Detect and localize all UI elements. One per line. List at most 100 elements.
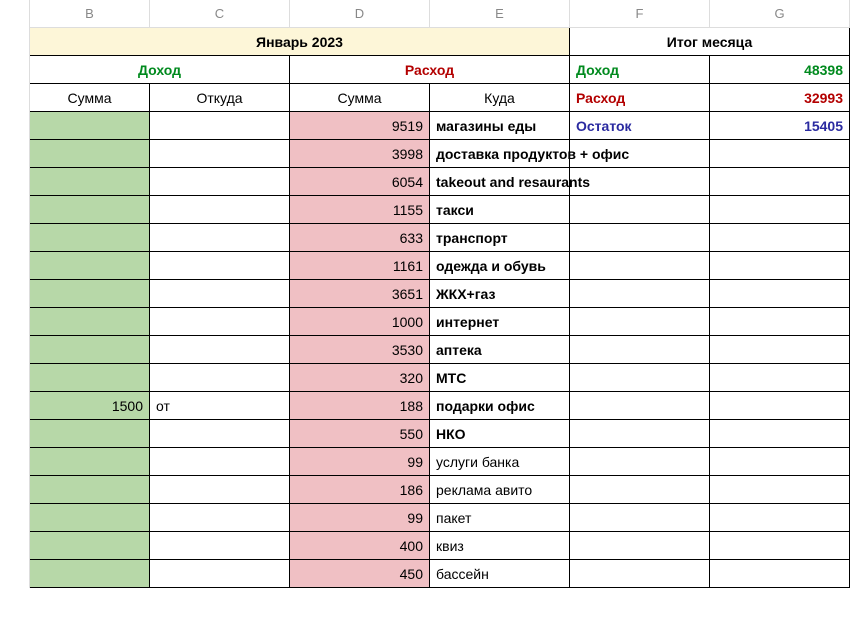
empty-cell[interactable]: [710, 476, 850, 504]
expense-to-cell[interactable]: подарки офис: [430, 392, 570, 420]
income-amount-cell[interactable]: [30, 252, 150, 280]
expense-to-cell[interactable]: реклама авито: [430, 476, 570, 504]
expense-amount-cell[interactable]: 1000: [290, 308, 430, 336]
expense-amount-cell[interactable]: 186: [290, 476, 430, 504]
expense-amount-cell[interactable]: 188: [290, 392, 430, 420]
income-amount-cell[interactable]: [30, 364, 150, 392]
income-amount-cell[interactable]: [30, 448, 150, 476]
income-from-cell[interactable]: [150, 532, 290, 560]
empty-cell[interactable]: [710, 280, 850, 308]
income-amount-cell[interactable]: [30, 532, 150, 560]
expense-amount-cell[interactable]: 633: [290, 224, 430, 252]
empty-cell[interactable]: [570, 560, 710, 588]
income-amount-cell[interactable]: [30, 280, 150, 308]
empty-cell[interactable]: [710, 420, 850, 448]
empty-cell[interactable]: [570, 448, 710, 476]
expense-to-cell[interactable]: аптека: [430, 336, 570, 364]
empty-cell[interactable]: [570, 392, 710, 420]
income-amount-cell[interactable]: [30, 336, 150, 364]
income-from-cell[interactable]: [150, 420, 290, 448]
income-from-cell[interactable]: [150, 476, 290, 504]
empty-cell[interactable]: [710, 308, 850, 336]
empty-cell[interactable]: [710, 224, 850, 252]
expense-amount-cell[interactable]: 1161: [290, 252, 430, 280]
expense-amount-cell[interactable]: 320: [290, 364, 430, 392]
income-from-cell[interactable]: от: [150, 392, 290, 420]
empty-cell[interactable]: [570, 252, 710, 280]
expense-amount-cell[interactable]: 400: [290, 532, 430, 560]
income-from-cell[interactable]: [150, 140, 290, 168]
income-from-cell[interactable]: [150, 504, 290, 532]
expense-to-cell[interactable]: доставка продуктов + офис: [430, 140, 570, 168]
expense-amount-cell[interactable]: 550: [290, 420, 430, 448]
empty-cell[interactable]: [710, 140, 850, 168]
income-amount-cell[interactable]: 1500: [30, 392, 150, 420]
income-from-cell[interactable]: [150, 196, 290, 224]
empty-cell[interactable]: [710, 364, 850, 392]
empty-cell[interactable]: [710, 392, 850, 420]
income-amount-cell[interactable]: [30, 112, 150, 140]
income-from-cell[interactable]: [150, 252, 290, 280]
expense-to-cell[interactable]: услуги банка: [430, 448, 570, 476]
income-amount-cell[interactable]: [30, 168, 150, 196]
income-from-cell[interactable]: [150, 112, 290, 140]
income-amount-cell[interactable]: [30, 308, 150, 336]
empty-cell[interactable]: [570, 224, 710, 252]
empty-cell[interactable]: [710, 448, 850, 476]
income-from-cell[interactable]: [150, 364, 290, 392]
empty-cell[interactable]: [710, 504, 850, 532]
income-from-cell[interactable]: [150, 280, 290, 308]
income-amount-cell[interactable]: [30, 476, 150, 504]
income-from-cell[interactable]: [150, 308, 290, 336]
expense-to-cell[interactable]: ЖКХ+газ: [430, 280, 570, 308]
expense-to-cell[interactable]: одежда и обувь: [430, 252, 570, 280]
empty-cell[interactable]: [570, 364, 710, 392]
expense-to-cell[interactable]: транспорт: [430, 224, 570, 252]
expense-to-cell[interactable]: бассейн: [430, 560, 570, 588]
expense-to-cell[interactable]: квиз: [430, 532, 570, 560]
empty-cell[interactable]: [710, 168, 850, 196]
income-amount-cell[interactable]: [30, 560, 150, 588]
expense-to-cell[interactable]: такси: [430, 196, 570, 224]
expense-amount-cell[interactable]: 450: [290, 560, 430, 588]
empty-cell[interactable]: [710, 252, 850, 280]
spreadsheet[interactable]: BCDEFGЯнварь 2023Итог месяцаДоходРасходД…: [0, 0, 850, 588]
income-from-cell[interactable]: [150, 448, 290, 476]
empty-cell[interactable]: [570, 168, 710, 196]
income-from-cell[interactable]: [150, 168, 290, 196]
income-amount-cell[interactable]: [30, 196, 150, 224]
expense-to-cell[interactable]: магазины еды: [430, 112, 570, 140]
empty-cell[interactable]: [570, 280, 710, 308]
expense-amount-cell[interactable]: 99: [290, 504, 430, 532]
expense-to-cell[interactable]: пакет: [430, 504, 570, 532]
expense-to-cell[interactable]: МТС: [430, 364, 570, 392]
expense-amount-cell[interactable]: 3998: [290, 140, 430, 168]
income-from-cell[interactable]: [150, 224, 290, 252]
empty-cell[interactable]: [710, 560, 850, 588]
empty-cell[interactable]: [570, 476, 710, 504]
expense-amount-cell[interactable]: 1155: [290, 196, 430, 224]
empty-cell[interactable]: [570, 196, 710, 224]
income-amount-cell[interactable]: [30, 140, 150, 168]
expense-amount-cell[interactable]: 99: [290, 448, 430, 476]
empty-cell[interactable]: [710, 336, 850, 364]
income-from-cell[interactable]: [150, 336, 290, 364]
income-amount-cell[interactable]: [30, 224, 150, 252]
expense-amount-cell[interactable]: 9519: [290, 112, 430, 140]
expense-amount-cell[interactable]: 3651: [290, 280, 430, 308]
empty-cell[interactable]: [570, 504, 710, 532]
income-amount-cell[interactable]: [30, 420, 150, 448]
expense-amount-cell[interactable]: 3530: [290, 336, 430, 364]
expense-to-cell[interactable]: takeout and resaurants: [430, 168, 570, 196]
income-amount-cell[interactable]: [30, 504, 150, 532]
empty-cell[interactable]: [570, 308, 710, 336]
expense-amount-cell[interactable]: 6054: [290, 168, 430, 196]
empty-cell[interactable]: [570, 420, 710, 448]
expense-to-cell[interactable]: НКО: [430, 420, 570, 448]
empty-cell[interactable]: [570, 532, 710, 560]
empty-cell[interactable]: [710, 532, 850, 560]
empty-cell[interactable]: [710, 196, 850, 224]
income-from-cell[interactable]: [150, 560, 290, 588]
empty-cell[interactable]: [570, 336, 710, 364]
expense-to-cell[interactable]: интернет: [430, 308, 570, 336]
